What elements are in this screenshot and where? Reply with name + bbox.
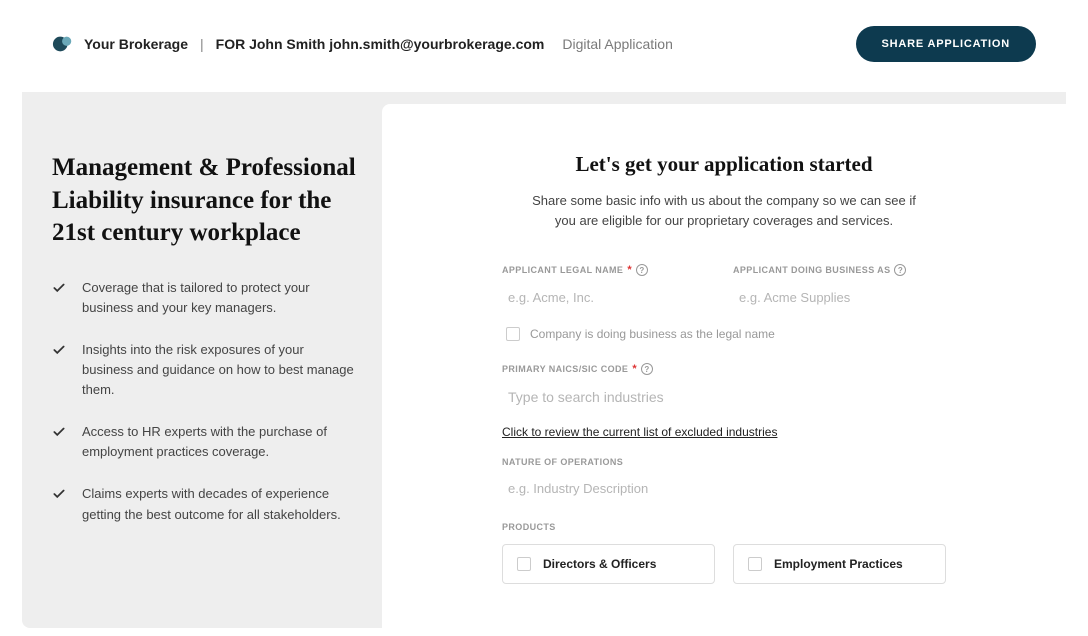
- brokerage-logo-icon: [52, 33, 74, 55]
- dba-checkbox-label: Company is doing business as the legal n…: [530, 327, 775, 341]
- check-icon: [52, 343, 66, 357]
- form-title: Let's get your application started: [502, 152, 946, 177]
- marketing-panel: Management & Professional Liability insu…: [22, 92, 382, 628]
- check-icon: [52, 487, 66, 501]
- application-form-panel: Let's get your application started Share…: [382, 104, 1066, 628]
- benefit-item: Coverage that is tailored to protect you…: [52, 278, 358, 318]
- benefit-text: Insights into the risk exposures of your…: [82, 340, 358, 400]
- label-text: NATURE OF OPERATIONS: [502, 457, 623, 467]
- user-name: John Smith: [249, 36, 325, 52]
- header-left: Your Brokerage | FOR John Smith john.smi…: [52, 33, 673, 55]
- legal-name-label: APPLICANT LEGAL NAME * ?: [502, 264, 715, 276]
- required-asterisk: *: [627, 264, 632, 276]
- legal-name-input[interactable]: [502, 286, 715, 309]
- benefit-item: Insights into the risk exposures of your…: [52, 340, 358, 400]
- benefit-item: Claims experts with decades of experienc…: [52, 484, 358, 524]
- for-prefix: FOR: [216, 36, 246, 52]
- product-grid: Directors & Officers Employment Practice…: [502, 544, 946, 584]
- help-icon[interactable]: ?: [641, 363, 653, 375]
- excluded-industries-link[interactable]: Click to review the current list of excl…: [502, 425, 777, 439]
- nature-label: NATURE OF OPERATIONS: [502, 457, 946, 467]
- product-label: Directors & Officers: [543, 557, 656, 571]
- nature-group: NATURE OF OPERATIONS: [502, 457, 946, 500]
- brokerage-name: Your Brokerage: [84, 36, 188, 52]
- nature-input[interactable]: [502, 477, 946, 500]
- benefit-text: Access to HR experts with the purchase o…: [82, 422, 358, 462]
- divider-pipe: |: [200, 36, 204, 52]
- dba-input[interactable]: [733, 286, 946, 309]
- help-icon[interactable]: ?: [636, 264, 648, 276]
- check-icon: [52, 425, 66, 439]
- naics-search-input[interactable]: [502, 385, 946, 409]
- benefit-text: Claims experts with decades of experienc…: [82, 484, 358, 524]
- label-text: APPLICANT DOING BUSINESS AS: [733, 265, 890, 275]
- header-for-text: FOR John Smith john.smith@yourbrokerage.…: [216, 36, 545, 52]
- benefit-item: Access to HR experts with the purchase o…: [52, 422, 358, 462]
- legal-name-group: APPLICANT LEGAL NAME * ?: [502, 264, 715, 309]
- user-email: john.smith@yourbrokerage.com: [329, 36, 544, 52]
- form-subtitle: Share some basic info with us about the …: [502, 191, 946, 230]
- required-asterisk: *: [632, 363, 637, 375]
- product-directors-officers[interactable]: Directors & Officers: [502, 544, 715, 584]
- label-text: PRIMARY NAICS/SIC CODE: [502, 364, 628, 374]
- dba-checkbox-row: Company is doing business as the legal n…: [506, 327, 946, 341]
- dba-group: APPLICANT DOING BUSINESS AS ?: [733, 264, 946, 309]
- dba-label: APPLICANT DOING BUSINESS AS ?: [733, 264, 946, 276]
- benefit-list: Coverage that is tailored to protect you…: [52, 278, 358, 525]
- digital-application-label: Digital Application: [562, 36, 673, 52]
- benefit-text: Coverage that is tailored to protect you…: [82, 278, 358, 318]
- product-checkbox[interactable]: [517, 557, 531, 571]
- share-application-button[interactable]: SHARE APPLICATION: [856, 26, 1037, 62]
- page-title: Management & Professional Liability insu…: [52, 152, 358, 250]
- naics-group: PRIMARY NAICS/SIC CODE * ?: [502, 363, 946, 409]
- label-text: APPLICANT LEGAL NAME: [502, 265, 623, 275]
- help-icon[interactable]: ?: [894, 264, 906, 276]
- product-checkbox[interactable]: [748, 557, 762, 571]
- header: Your Brokerage | FOR John Smith john.smi…: [22, 26, 1066, 92]
- product-employment-practices[interactable]: Employment Practices: [733, 544, 946, 584]
- check-icon: [52, 281, 66, 295]
- products-label: PRODUCTS: [502, 522, 946, 532]
- product-label: Employment Practices: [774, 557, 903, 571]
- dba-checkbox[interactable]: [506, 327, 520, 341]
- naics-label: PRIMARY NAICS/SIC CODE * ?: [502, 363, 946, 375]
